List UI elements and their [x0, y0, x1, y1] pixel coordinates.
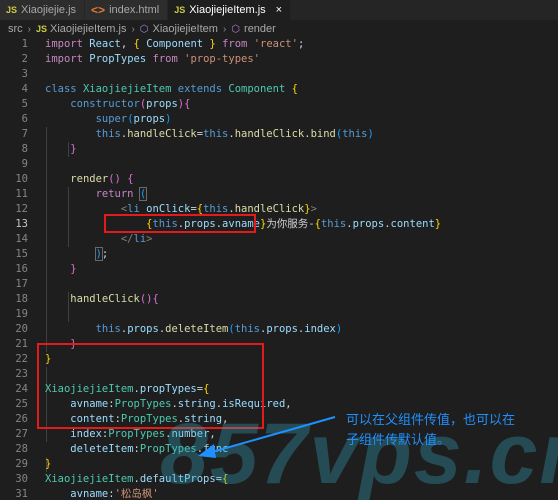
code-line-11: 11 return (	[0, 187, 558, 202]
code-text: );	[94, 247, 109, 261]
code-text: </li>	[120, 233, 153, 245]
code-line-17: 17	[0, 277, 558, 292]
line-number: 18	[15, 293, 28, 305]
code-line-9: 9	[0, 157, 558, 172]
line-number: 9	[21, 158, 28, 170]
class-symbol-icon: ⬡	[139, 23, 149, 35]
line-number: 1	[21, 38, 28, 50]
tab-label: index.html	[109, 4, 160, 16]
line-number: 21	[15, 338, 28, 350]
tab-label: Xiaojiejie.js	[21, 4, 77, 16]
code-text: }	[70, 263, 77, 275]
line-number: 19	[15, 308, 28, 320]
close-icon[interactable]: ×	[276, 4, 282, 16]
code-text: super(props)	[95, 113, 172, 125]
line-number: 4	[21, 83, 28, 95]
code-line-15: 15 );	[0, 247, 558, 262]
line-number: 25	[15, 398, 28, 410]
code-line-18: 18 handleClick(){	[0, 292, 558, 307]
chevron-right-icon: ›	[131, 23, 135, 35]
line-number: 10	[15, 173, 28, 185]
line-number: 16	[15, 263, 28, 275]
code-text: handleClick(){	[70, 293, 159, 305]
code-line-5: 5 constructor(props){	[0, 97, 558, 112]
line-number: 14	[15, 233, 28, 245]
line-number: 3	[21, 68, 28, 80]
code-line-6: 6 super(props)	[0, 112, 558, 127]
code-line-12: 12 <li onClick={this.handleClick}>	[0, 202, 558, 217]
line-number: 11	[15, 188, 28, 200]
javascript-file-icon: JS	[36, 24, 48, 34]
breadcrumb-folder[interactable]: src	[8, 23, 23, 35]
code-line-3: 3	[0, 67, 558, 82]
breadcrumb-class[interactable]: XiaojiejieItem	[153, 23, 218, 35]
annotation-note: 可以在父组件传值，也可以在 子组件传默认值。	[346, 411, 556, 451]
tab-xiaojiejieitem-js[interactable]: JS XiaojiejieItem.js ×	[168, 0, 292, 20]
code-text: return (	[95, 187, 148, 201]
line-number: 22	[15, 353, 28, 365]
code-text: constructor(props){	[70, 98, 191, 110]
code-line-4: 4 class XiaojiejieItem extends Component …	[0, 82, 558, 97]
html-file-icon: <>	[91, 3, 106, 17]
code-text: render() {	[70, 173, 134, 185]
line-number: 28	[15, 443, 28, 455]
javascript-file-icon: JS	[174, 5, 186, 15]
code-line-2: 2 import PropTypes from 'prop-types'	[0, 52, 558, 67]
tab-label: XiaojiejieItem.js	[189, 4, 266, 16]
code-line-14: 14 </li>	[0, 232, 558, 247]
line-number: 15	[15, 248, 28, 260]
line-number: 31	[15, 488, 28, 500]
line-number: 27	[15, 428, 28, 440]
code-text: this.props.deleteItem(this.props.index)	[95, 323, 343, 335]
code-text: }	[70, 143, 77, 155]
breadcrumb-file[interactable]: XiaojiejieItem.js	[50, 23, 126, 35]
chevron-right-icon: ›	[222, 23, 227, 35]
line-number: 23	[15, 368, 28, 380]
line-number: 29	[15, 458, 28, 470]
line-number: 13	[15, 218, 28, 230]
code-text: }	[45, 458, 52, 470]
code-line-19: 19	[0, 307, 558, 322]
code-text: this.handleClick=this.handleClick.bind(t…	[95, 128, 374, 140]
code-text: import React, { Component } from 'react'…	[45, 38, 305, 50]
annotation-line-2: 子组件传默认值。	[346, 433, 451, 448]
code-line-7: 7 this.handleClick=this.handleClick.bind…	[0, 127, 558, 142]
chevron-right-icon: ›	[27, 23, 32, 35]
tab-index-html[interactable]: <> index.html	[85, 0, 169, 20]
line-number: 30	[15, 473, 28, 485]
editor-tab-bar: JS Xiaojiejie.js <> index.html JS Xiaoji…	[0, 0, 558, 20]
line-number: 26	[15, 413, 28, 425]
jsx-text: 为你服务	[266, 218, 309, 230]
breadcrumb-method[interactable]: render	[244, 23, 276, 35]
line-number: 7	[21, 128, 28, 140]
line-number: 24	[15, 383, 28, 395]
code-text: import PropTypes from 'prop-types'	[45, 53, 260, 65]
code-text: class XiaojiejieItem extends Component {	[45, 83, 298, 95]
line-number: 2	[21, 53, 28, 65]
line-number: 20	[15, 323, 28, 335]
code-text: avname:'松岛枫'	[70, 488, 159, 500]
line-number: 12	[15, 203, 28, 215]
javascript-file-icon: JS	[6, 5, 18, 15]
code-line-1: 1 import React, { Component } from 'react…	[0, 37, 558, 52]
code-line-16: 16 }	[0, 262, 558, 277]
code-line-13: 13 {this.props.avname}为你服务-{this.props.c…	[0, 217, 558, 232]
code-line-20: 20 this.props.deleteItem(this.props.inde…	[0, 322, 558, 337]
code-line-10: 10 render() {	[0, 172, 558, 187]
tab-xiaojiejie-js[interactable]: JS Xiaojiejie.js	[0, 0, 86, 20]
line-number: 8	[21, 143, 28, 155]
highlight-box-jsx-line	[104, 214, 256, 233]
line-number: 6	[21, 113, 28, 125]
annotation-line-1: 可以在父组件传值，也可以在	[346, 413, 516, 428]
line-number: 5	[21, 98, 28, 110]
code-line-8: 8 }	[0, 142, 558, 157]
breadcrumb: src › JS XiaojiejieItem.js › ⬡ Xiaojieji…	[0, 20, 558, 38]
method-symbol-icon: ⬡	[231, 23, 241, 35]
line-number: 17	[15, 278, 28, 290]
